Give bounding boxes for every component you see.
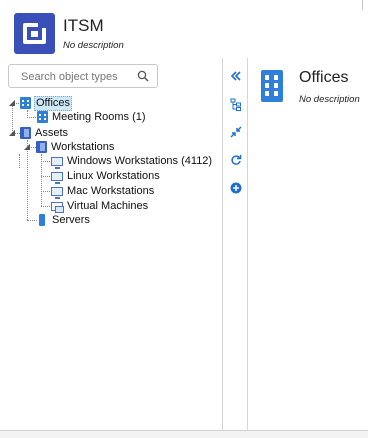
app-header: ITSM No description [0,0,368,58]
tree-connector [27,140,28,220]
tree-item-assets[interactable]: Assets [20,126,69,140]
tree-view-button[interactable] [229,97,243,111]
app-description: No description [63,40,124,51]
search-icon[interactable] [137,70,149,82]
monitor-icon [51,156,63,169]
tree-connector [19,154,20,168]
building-icon [37,111,48,123]
bottom-scroll-area [0,430,368,438]
divider [362,0,363,10]
collapse-workstations-toggle[interactable]: ◢ [23,142,31,152]
tree-connector [41,161,50,162]
tree-connector [41,191,50,192]
refresh-button[interactable] [229,153,243,167]
monitor-icon [51,171,63,184]
server-icon [39,214,45,226]
building-icon [20,97,31,109]
tree-item-label: Assets [35,126,69,139]
tree-item-mac-workstations[interactable]: Mac Workstations [51,184,155,199]
collapse-all-button[interactable] [229,125,243,139]
assets-icon [20,127,31,139]
workstation-group-icon [36,141,47,153]
detail-title: Offices [299,69,349,86]
double-chevron-left-icon [230,71,241,81]
tree-item-label: Windows Workstations (4112) [67,154,213,167]
refresh-icon [231,155,242,165]
search-input[interactable] [21,69,131,84]
object-type-tree: ◢ ◢ ◢ Offices Meeting Rooms (1) Assets W… [0,95,222,286]
app-title: ITSM [63,16,104,35]
search-box[interactable] [8,64,158,88]
tree-connector [41,206,50,207]
tree-toolbar [222,58,248,430]
tree-item-label: Offices [34,95,73,111]
collapse-all-icon [230,126,242,138]
tree-item-meeting-rooms[interactable]: Meeting Rooms (1) [37,110,147,124]
collapse-panel-button[interactable] [229,69,243,83]
tree-item-offices[interactable]: Offices [20,95,73,111]
itsm-logo-icon [14,13,55,54]
tree-connector [27,220,37,221]
tree-connector [27,117,36,118]
tree-item-windows-workstations[interactable]: Windows Workstations (4112) [51,154,213,169]
tree-item-label: Mac Workstations [67,184,155,197]
add-object-type-button[interactable] [229,181,243,195]
collapse-assets-toggle[interactable]: ◢ [8,128,16,138]
collapse-offices-toggle[interactable]: ◢ [8,98,16,108]
tree-item-linux-workstations[interactable]: Linux Workstations [51,169,161,184]
object-type-panel: ◢ ◢ ◢ Offices Meeting Rooms (1) Assets W… [0,58,222,430]
object-type-detail: Offices No description [248,58,368,430]
tree-item-label: Linux Workstations [67,169,160,182]
tree-item-label: Virtual Machines [67,199,149,212]
detail-description: No description [299,94,360,105]
tree-item-workstations[interactable]: Workstations [36,140,115,154]
tree-item-label: Meeting Rooms (1) [52,110,146,123]
tree-connector [41,176,50,177]
tree-view-icon [230,98,241,111]
tree-item-servers[interactable]: Servers [37,213,91,227]
tree-item-label: Servers [52,213,90,226]
tree-item-virtual-machines[interactable]: Virtual Machines [51,199,149,213]
tree-item-label: Workstations [51,140,115,153]
virtual-machine-icon [51,201,64,213]
building-icon [261,70,283,102]
monitor-icon [51,186,63,199]
add-icon [230,182,242,194]
